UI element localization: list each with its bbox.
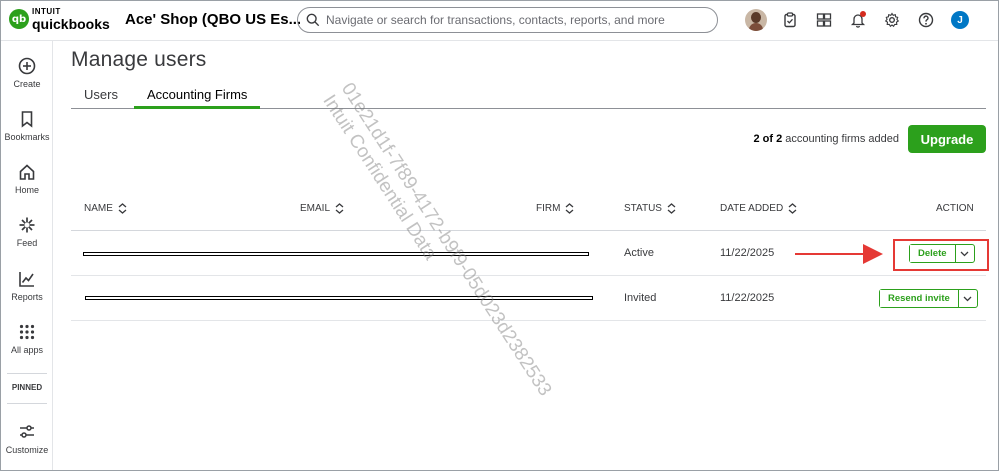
top-bar: qb INTUIT quickbooks Ace' Shop (QBO US E… [1,1,998,41]
chart-icon [19,272,34,287]
home-icon [19,164,35,180]
sidebar-item-label: Home [14,185,39,195]
sort-icon [566,203,574,214]
column-header-firm[interactable]: FIRM [536,203,574,214]
apps-switch-button[interactable] [813,9,835,31]
user-avatar: J [951,11,969,29]
sliders-icon [20,425,34,438]
resend-invite-split-button: Resend invite [879,289,978,308]
user-menu-button[interactable]: J [949,9,971,31]
column-header-action: ACTION [936,203,974,214]
pinned-heading: PINNED [11,383,43,392]
sidebar-item-label: All apps [10,345,44,355]
column-header-date-added[interactable]: DATE ADDED [720,203,797,214]
left-sidebar: Create Bookmarks Home Feed Reports All a… [1,41,53,470]
gear-icon [884,12,900,28]
sidebar-item-label: Bookmarks [4,132,50,142]
sidebar-divider [7,403,47,404]
sidebar-item-label: Reports [11,292,43,302]
firms-count: 2 of 2 accounting firms added [753,133,899,145]
column-header-email[interactable]: EMAIL [300,203,344,214]
company-name[interactable]: Ace' Shop (QBO US Es... [125,11,301,28]
profile-photo-button[interactable] [745,9,767,31]
accounting-firms-table: NAME EMAIL FIRM STATUS DATE ADDED ACTION [71,189,986,321]
sort-icon [118,203,127,214]
tab-accounting-firms[interactable]: Accounting Firms [134,87,261,109]
redacted-content [83,252,589,256]
sort-icon [667,203,676,214]
apps-switch-icon [816,13,832,27]
sidebar-item-home[interactable]: Home [1,163,53,195]
search-icon [306,13,320,27]
action-menu-toggle[interactable] [959,290,977,307]
plus-circle-icon [18,57,36,75]
sparkle-icon [19,217,35,233]
bookmark-icon [21,111,33,128]
redacted-content [85,296,593,300]
resend-invite-button[interactable]: Resend invite [880,290,959,307]
annotation-arrow-head [863,244,883,264]
status-cell: Active [624,247,654,259]
sort-icon [788,203,797,214]
column-header-status[interactable]: STATUS [624,203,676,214]
chevron-down-icon [963,296,972,301]
firms-count-number: 2 of 2 [753,133,783,145]
sidebar-item-label: Create [13,79,41,89]
date-added-cell: 11/22/2025 [720,292,775,304]
annotation-highlight-box [893,239,989,271]
avatar [745,9,767,31]
search-bar[interactable] [297,7,718,33]
page-title: Manage users [71,48,207,71]
sidebar-item-label: Feed [16,238,38,248]
notification-dot [860,11,866,17]
sidebar-item-all-apps[interactable]: All apps [1,323,53,355]
tab-bar: Users Accounting Firms [71,83,986,109]
quickbooks-logo[interactable]: qb INTUIT quickbooks [9,7,110,31]
help-icon [918,12,934,28]
tab-users[interactable]: Users [84,87,118,109]
sidebar-divider [7,373,47,374]
sidebar-item-customize[interactable]: Customize [1,423,53,455]
upgrade-button[interactable]: Upgrade [908,125,986,153]
date-added-cell: 11/22/2025 [720,247,775,259]
table-header: NAME EMAIL FIRM STATUS DATE ADDED ACTION [71,189,986,231]
sidebar-item-create[interactable]: Create [1,57,53,89]
header-icons: J [745,9,983,31]
column-header-name[interactable]: NAME [84,203,127,214]
sidebar-item-feed[interactable]: Feed [1,216,53,248]
sidebar-item-reports[interactable]: Reports [1,270,53,302]
search-input[interactable] [326,13,706,27]
logo-quickbooks-text: quickbooks [32,16,110,32]
annotation-arrow [795,253,865,255]
help-button[interactable] [915,9,937,31]
sidebar-item-bookmarks[interactable]: Bookmarks [1,110,53,142]
sort-icon [335,203,344,214]
settings-button[interactable] [881,9,903,31]
notifications-button[interactable] [847,9,869,31]
clipboard-icon [784,12,796,28]
status-cell: Invited [624,292,657,304]
firms-count-text: accounting firms added [782,133,899,145]
tasks-button[interactable] [779,9,801,31]
table-row: Invited 11/22/2025 Resend invite [71,276,986,321]
grid-icon [19,324,35,340]
qb-logo-icon: qb [9,9,29,29]
sidebar-item-label: Customize [5,445,49,455]
